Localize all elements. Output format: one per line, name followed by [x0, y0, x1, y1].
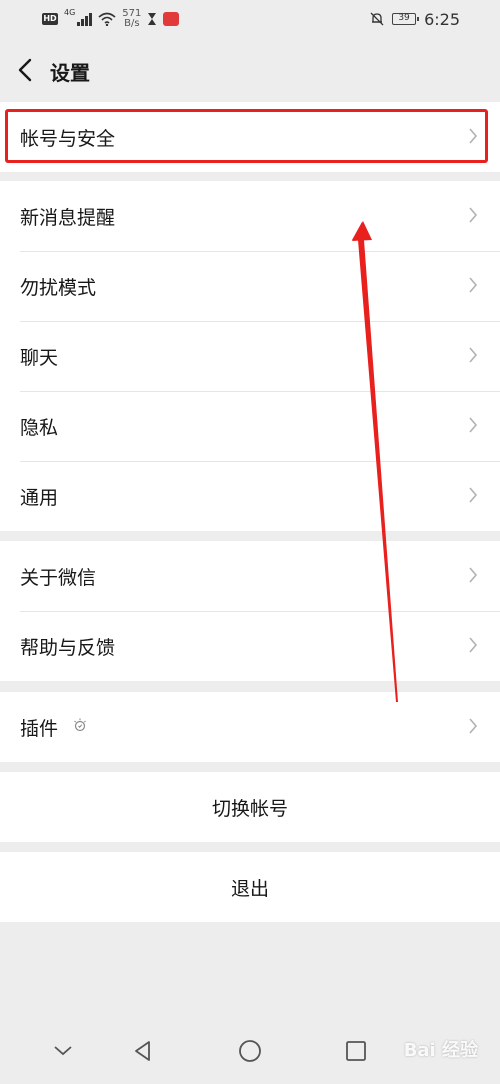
settings-group-plugins: 插件	[0, 692, 500, 762]
chevron-right-icon	[469, 637, 478, 653]
settings-item-do-not-disturb[interactable]: 勿扰模式	[0, 251, 500, 321]
chevron-right-icon	[469, 277, 478, 293]
settings-item-general[interactable]: 通用	[0, 461, 500, 531]
settings-group-main: 新消息提醒 勿扰模式 聊天 隐私 通用	[0, 181, 500, 531]
plugin-bulb-icon	[74, 718, 86, 732]
hourglass-icon	[148, 13, 157, 25]
settings-item-label: 帮助与反馈	[20, 637, 116, 659]
switch-account-group: 切换帐号	[0, 772, 500, 842]
circle-home-icon[interactable]	[237, 1038, 263, 1064]
settings-item-label: 聊天	[20, 347, 59, 369]
chevron-right-icon	[469, 567, 478, 583]
chevron-right-icon	[469, 417, 478, 433]
chevron-right-icon	[469, 718, 478, 734]
settings-item-label: 插件	[20, 718, 59, 740]
settings-item-label: 帐号与安全	[20, 128, 116, 150]
settings-item-label: 隐私	[20, 417, 59, 439]
logout-label: 退出	[230, 878, 269, 900]
page-title: 设置	[50, 61, 90, 85]
logout-button[interactable]: 退出	[0, 852, 500, 922]
status-bar: HD 4G 571 B/s 39 6:25	[0, 0, 500, 40]
settings-group-account: 帐号与安全	[0, 102, 500, 172]
settings-item-privacy[interactable]: 隐私	[0, 391, 500, 461]
wifi-icon	[98, 12, 116, 26]
triangle-back-icon[interactable]	[130, 1038, 156, 1064]
switch-account-button[interactable]: 切换帐号	[0, 772, 500, 842]
bell-off-icon	[370, 12, 384, 26]
settings-group-about: 关于微信 帮助与反馈	[0, 541, 500, 681]
logout-group: 退出	[0, 852, 500, 922]
signal-icon	[77, 12, 93, 26]
network-type: 4G	[64, 8, 76, 17]
settings-item-plugins[interactable]: 插件	[0, 692, 500, 762]
watermark: Bai 经验	[403, 1040, 478, 1061]
system-nav-bar: Bai 经验	[0, 1020, 500, 1084]
clock: 6:25	[424, 9, 460, 29]
chevron-right-icon	[469, 128, 478, 144]
settings-item-label: 关于微信	[20, 567, 97, 589]
battery-icon: 39	[392, 13, 420, 25]
switch-account-label: 切换帐号	[211, 798, 288, 820]
hd-badge: HD	[42, 13, 58, 25]
square-recent-icon[interactable]	[343, 1038, 369, 1064]
chevron-right-icon	[469, 207, 478, 223]
settings-item-about-wechat[interactable]: 关于微信	[0, 541, 500, 611]
settings-item-notifications[interactable]: 新消息提醒	[0, 181, 500, 251]
chevron-down-icon[interactable]	[50, 1038, 76, 1064]
app-notification-icon	[163, 12, 180, 26]
status-bar-left: HD 4G 571 B/s	[42, 8, 180, 30]
network-speed: 571 B/s	[122, 9, 141, 29]
settings-item-help-feedback[interactable]: 帮助与反馈	[0, 611, 500, 681]
settings-item-chat[interactable]: 聊天	[0, 321, 500, 391]
navigation-header: 设置	[0, 40, 500, 100]
settings-item-label: 勿扰模式	[20, 277, 97, 299]
settings-item-label: 通用	[20, 487, 59, 509]
chevron-right-icon	[469, 487, 478, 503]
status-bar-right: 39 6:25	[370, 8, 460, 30]
settings-item-account-security[interactable]: 帐号与安全	[0, 102, 500, 172]
speed-unit: B/s	[124, 18, 140, 29]
chevron-right-icon	[469, 347, 478, 363]
back-button[interactable]	[14, 56, 38, 84]
settings-item-label: 新消息提醒	[20, 207, 116, 229]
